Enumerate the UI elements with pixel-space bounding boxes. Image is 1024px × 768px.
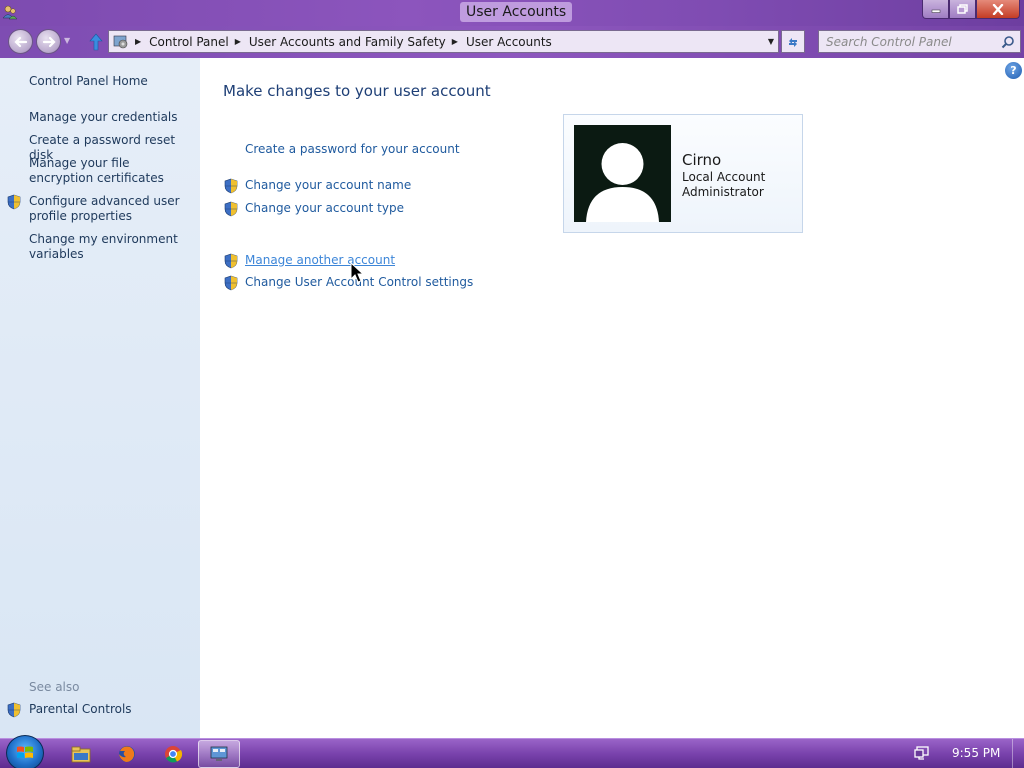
control-panel-home-link[interactable]: Control Panel Home (29, 74, 148, 89)
change-account-type-link[interactable]: Change your account type (245, 201, 404, 216)
address-dropdown-button[interactable]: ▼ (768, 37, 774, 46)
page-title: Make changes to your user account (223, 82, 491, 100)
create-password-link[interactable]: Create a password for your account (245, 142, 460, 157)
uac-shield-icon (224, 253, 238, 269)
taskbar: 9:55 PM (0, 735, 1024, 768)
mouse-cursor-icon (350, 262, 365, 283)
breadcrumb-user-accounts[interactable]: User Accounts (466, 35, 552, 49)
account-card: Cirno Local Account Administrator (563, 114, 803, 233)
avatar[interactable] (574, 125, 671, 222)
back-button[interactable] (8, 29, 33, 54)
breadcrumb: ▶ Control Panel ▶ User Accounts and Fami… (135, 31, 552, 52)
navigation-bar: ▼ ▶ Control Panel ▶ User Accounts and Fa… (0, 26, 1024, 58)
recent-pages-dropdown[interactable]: ▼ (64, 36, 70, 45)
account-role: Administrator (682, 185, 764, 199)
file-explorer-icon (71, 746, 91, 763)
breadcrumb-user-accounts-family-safety[interactable]: User Accounts and Family Safety (249, 35, 446, 49)
forward-button[interactable] (36, 29, 61, 54)
account-type: Local Account (682, 170, 766, 184)
back-arrow-icon (13, 36, 27, 47)
breadcrumb-separator[interactable]: ▶ (135, 37, 141, 46)
system-clock[interactable]: 9:55 PM (952, 746, 1000, 760)
control-panel-icon (210, 746, 228, 761)
taskbar-chrome[interactable] (152, 740, 194, 768)
see-also-heading: See also (29, 680, 80, 694)
taskbar-control-panel[interactable] (198, 740, 240, 768)
breadcrumb-separator[interactable]: ▶ (235, 37, 241, 46)
breadcrumb-control-panel[interactable]: Control Panel (149, 35, 229, 49)
refresh-button[interactable] (781, 30, 805, 53)
uac-shield-icon (224, 178, 238, 194)
close-icon (992, 3, 1004, 15)
search-box[interactable] (818, 30, 1021, 53)
breadcrumb-separator[interactable]: ▶ (452, 37, 458, 46)
firefox-icon (119, 746, 135, 762)
uac-shield-icon (224, 275, 238, 291)
search-icon[interactable] (1001, 35, 1015, 49)
window-controls (922, 0, 1020, 19)
minimize-button[interactable] (922, 0, 949, 19)
user-accounts-icon (2, 5, 18, 20)
uac-shield-icon (224, 201, 238, 217)
uac-shield-icon (7, 194, 21, 210)
help-icon[interactable]: ? (1005, 62, 1022, 79)
title-bar: User Accounts (0, 0, 1024, 26)
sidebar-link-advanced-profile-properties[interactable]: Configure advanced user profile properti… (29, 194, 189, 224)
sidebar-link-manage-credentials[interactable]: Manage your credentials (29, 110, 178, 125)
sidebar-link-parental-controls[interactable]: Parental Controls (29, 702, 132, 717)
windows-logo-icon (17, 746, 33, 758)
window-title: User Accounts (460, 2, 573, 22)
refresh-icon (789, 37, 797, 47)
control-panel-icon (113, 35, 128, 49)
minimize-icon (931, 9, 940, 13)
change-account-name-link[interactable]: Change your account name (245, 178, 411, 193)
uac-shield-icon (7, 702, 21, 718)
main-content: ? Make changes to your user account Crea… (200, 58, 1024, 738)
account-name: Cirno (682, 151, 722, 169)
start-button[interactable] (6, 735, 44, 768)
restore-icon (957, 4, 968, 14)
close-button[interactable] (976, 0, 1020, 19)
taskbar-file-explorer[interactable] (60, 740, 102, 768)
search-input[interactable] (819, 31, 999, 52)
user-silhouette-icon (586, 143, 659, 222)
up-level-icon[interactable] (88, 32, 104, 52)
left-navigation-pane: Control Panel Home Manage your credentia… (0, 58, 200, 738)
sidebar-link-file-encryption-certificates[interactable]: Manage your file encryption certificates (29, 156, 189, 186)
manage-another-account-link[interactable]: Manage another account (245, 253, 395, 268)
taskbar-firefox[interactable] (106, 740, 148, 768)
forward-arrow-icon (42, 36, 56, 47)
network-icon[interactable] (914, 746, 930, 760)
sidebar-link-environment-variables[interactable]: Change my environment variables (29, 232, 189, 262)
show-desktop-button[interactable] (1012, 739, 1024, 768)
restore-button[interactable] (949, 0, 976, 19)
chrome-icon (165, 746, 183, 763)
address-bar[interactable]: ▶ Control Panel ▶ User Accounts and Fami… (108, 30, 779, 53)
